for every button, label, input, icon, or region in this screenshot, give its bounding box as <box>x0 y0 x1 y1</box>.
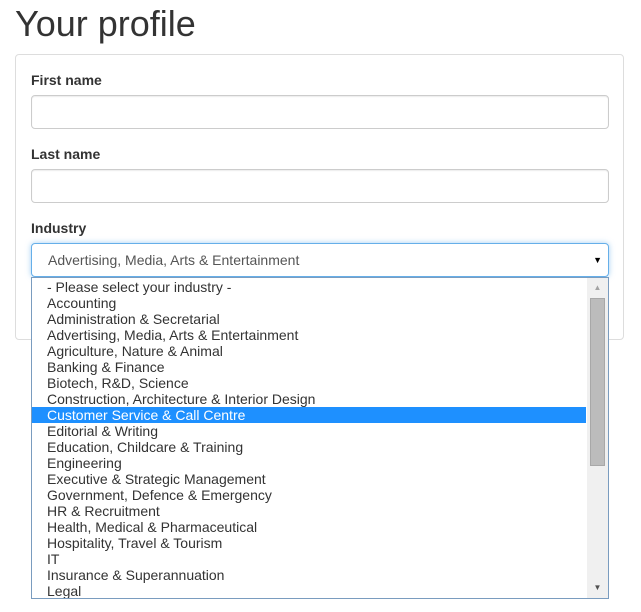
industry-option[interactable]: Accounting <box>32 295 586 311</box>
page-title: Your profile <box>15 3 196 44</box>
industry-option[interactable]: Legal <box>32 583 586 598</box>
industry-option[interactable]: Biotech, R&D, Science <box>32 375 586 391</box>
industry-options: - Please select your industry - Accountin… <box>32 279 586 598</box>
industry-option[interactable]: Health, Medical & Pharmaceutical <box>32 519 586 535</box>
scroll-down-arrow-icon[interactable]: ▼ <box>587 580 608 596</box>
industry-option[interactable]: Agriculture, Nature & Animal <box>32 343 586 359</box>
industry-dropdown-list[interactable]: - Please select your industry - Accountin… <box>31 277 609 599</box>
industry-option[interactable]: Hospitality, Travel & Tourism <box>32 535 586 551</box>
last-name-label: Last name <box>31 146 101 162</box>
industry-option[interactable]: Engineering <box>32 455 586 471</box>
industry-option[interactable]: HR & Recruitment <box>32 503 586 519</box>
first-name-label: First name <box>31 72 102 88</box>
industry-option[interactable]: Insurance & Superannuation <box>32 567 586 583</box>
industry-option[interactable]: Executive & Strategic Management <box>32 471 586 487</box>
industry-option[interactable]: Government, Defence & Emergency <box>32 487 586 503</box>
chevron-down-icon[interactable]: ▼ <box>593 244 602 276</box>
industry-option[interactable]: Advertising, Media, Arts & Entertainment <box>32 327 586 343</box>
industry-option[interactable]: Education, Childcare & Training <box>32 439 586 455</box>
industry-option[interactable]: - Please select your industry - <box>32 279 586 295</box>
scrollbar-thumb[interactable] <box>590 298 605 466</box>
industry-option[interactable]: Banking & Finance <box>32 359 586 375</box>
industry-label: Industry <box>31 220 87 236</box>
industry-option[interactable]: Administration & Secretarial <box>32 311 586 327</box>
industry-option[interactable]: Customer Service & Call Centre <box>32 407 586 423</box>
industry-selected-value: Advertising, Media, Arts & Entertainment <box>48 252 300 268</box>
last-name-input[interactable] <box>31 169 609 203</box>
industry-select[interactable]: Advertising, Media, Arts & Entertainment… <box>31 243 609 277</box>
dropdown-scrollbar[interactable]: ▲ ▼ <box>587 278 608 598</box>
first-name-input[interactable] <box>31 95 609 129</box>
industry-option[interactable]: Editorial & Writing <box>32 423 586 439</box>
industry-option[interactable]: Construction, Architecture & Interior De… <box>32 391 586 407</box>
scroll-up-arrow-icon[interactable]: ▲ <box>587 280 608 296</box>
industry-option[interactable]: IT <box>32 551 586 567</box>
